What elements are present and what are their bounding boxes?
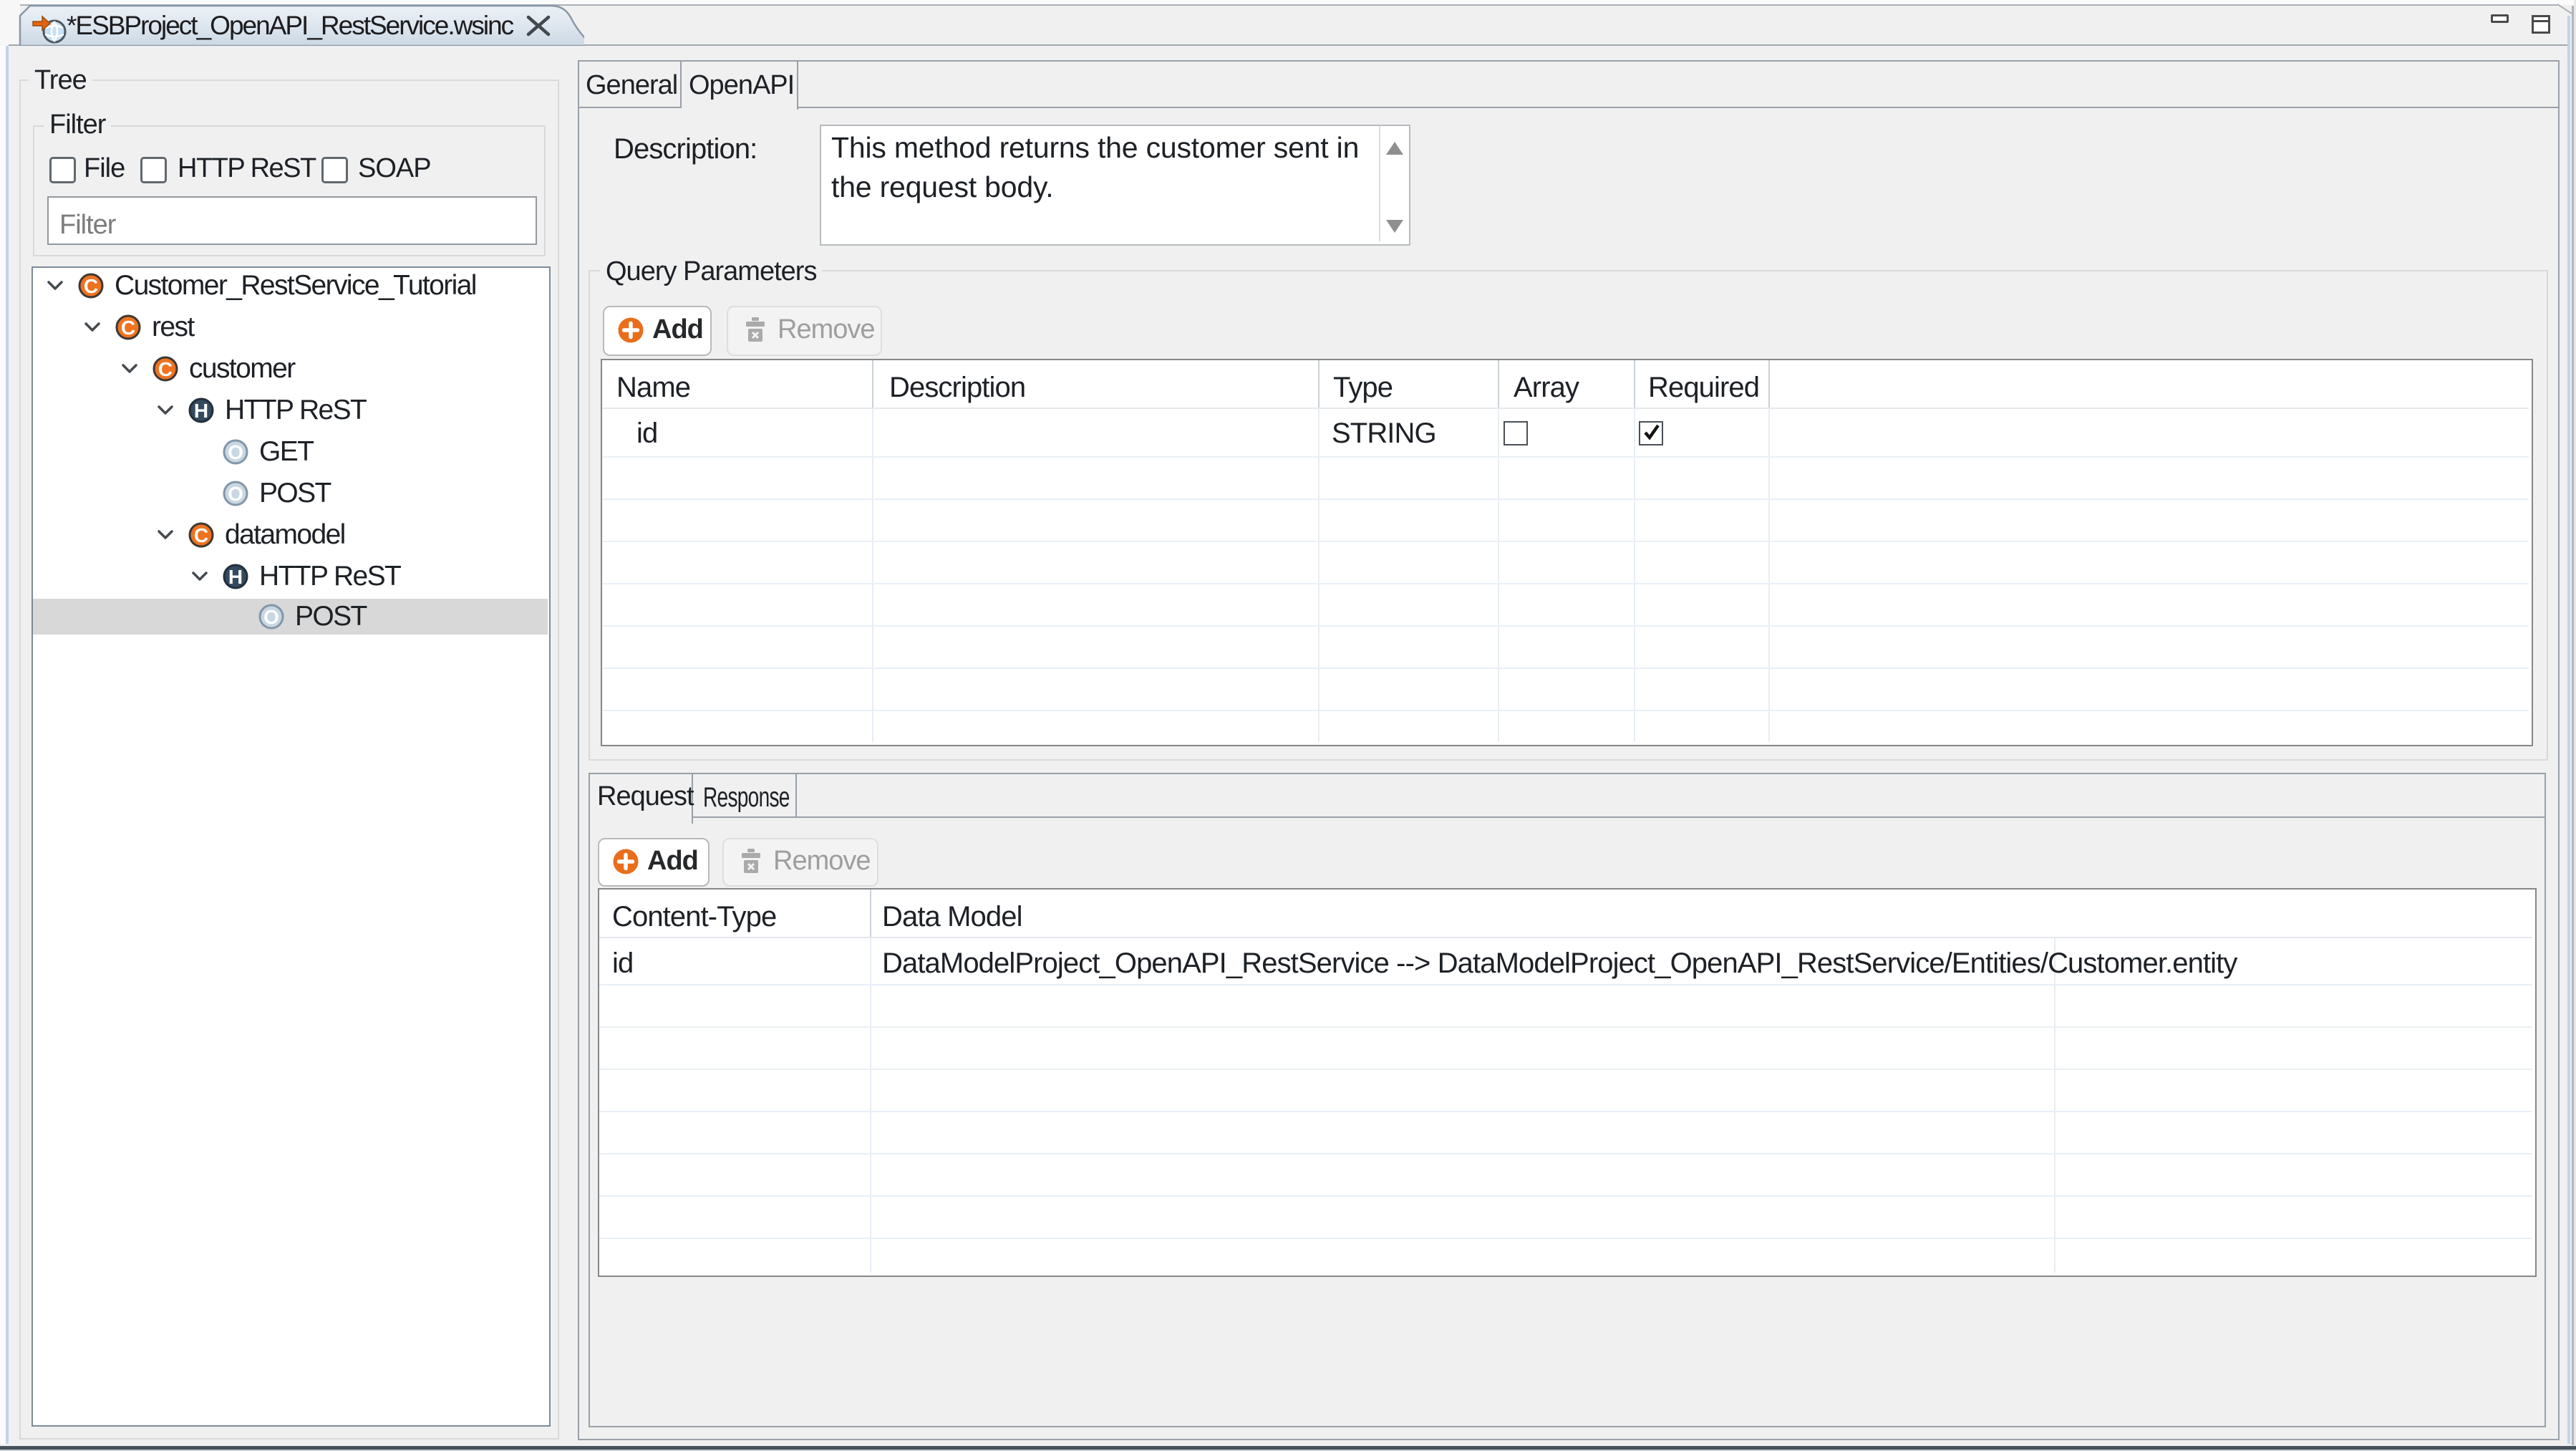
svg-text:H: H bbox=[194, 400, 208, 422]
svg-text:H: H bbox=[228, 566, 243, 588]
svg-text:C: C bbox=[121, 317, 135, 339]
svg-text:C: C bbox=[194, 524, 208, 546]
svg-text:O: O bbox=[228, 441, 243, 463]
svg-text:O: O bbox=[228, 483, 243, 505]
svg-text:C: C bbox=[84, 275, 98, 297]
svg-text:C: C bbox=[158, 358, 173, 380]
svg-text:O: O bbox=[263, 606, 279, 628]
